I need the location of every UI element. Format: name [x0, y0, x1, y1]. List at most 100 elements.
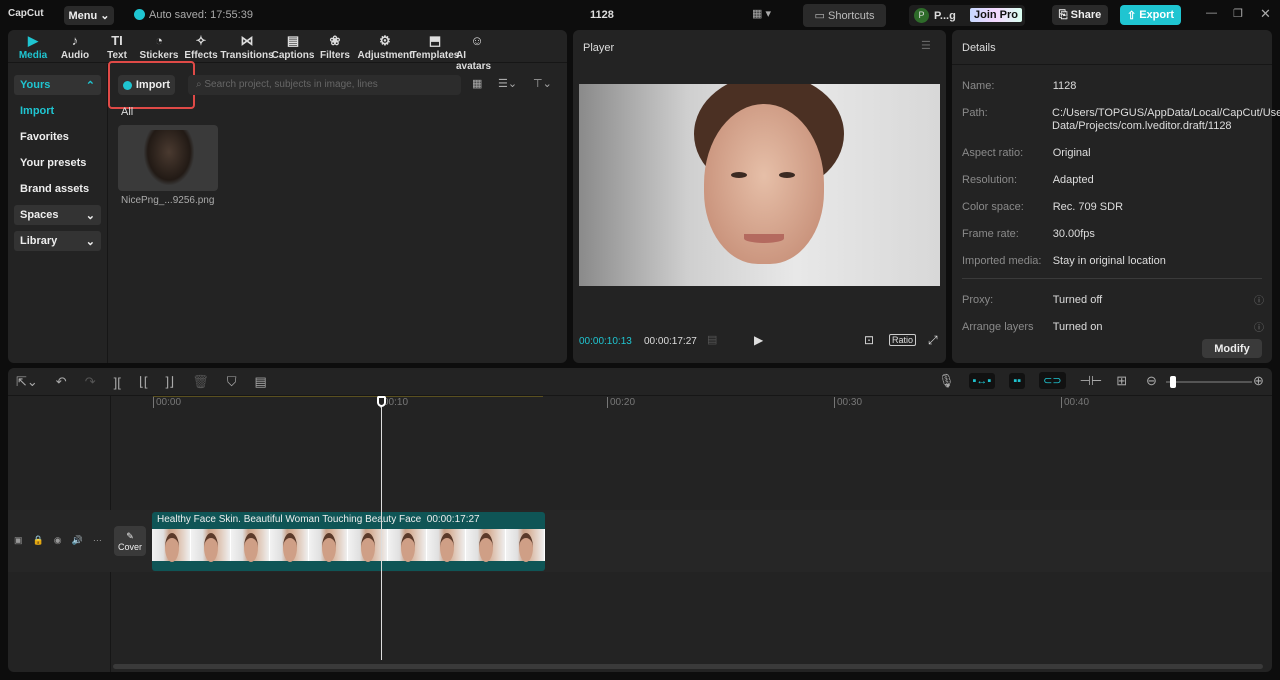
cover-button[interactable]: ✎ Cover [114, 526, 146, 556]
minimize-icon[interactable]: — [1206, 7, 1217, 19]
timeline-grid-icon[interactable]: ▤ [707, 333, 717, 346]
effects-icon: ✧ [195, 33, 207, 48]
ruler-tick: 00:20 [607, 397, 635, 408]
search-input[interactable]: ⌕ Search project, subjects in image, lin… [188, 75, 461, 95]
ruler-icon[interactable]: ⊞ [1116, 373, 1127, 389]
close-icon[interactable]: ✕ [1260, 6, 1271, 22]
fullscreen-crop-icon[interactable]: ⊡ [864, 333, 874, 347]
tab-label: Adjustment [357, 50, 413, 61]
caption-icon[interactable]: ▤ [255, 374, 267, 390]
tab-adjustment[interactable]: ⚙ Adjustment [356, 33, 414, 62]
audio-icon[interactable]: 🔊 [72, 535, 83, 546]
zoom-out-icon[interactable]: ⊖ [1146, 373, 1157, 389]
info-icon[interactable]: ⓘ [1254, 319, 1264, 334]
tab-text[interactable]: TI Text [96, 33, 138, 62]
sidebar-item-presets[interactable]: Your presets [14, 153, 101, 173]
info-icon[interactable]: ⓘ [1254, 292, 1264, 307]
preview-axis-icon[interactable]: ⊣⊢ [1080, 373, 1103, 389]
sidebar-item-favorites[interactable]: Favorites [14, 127, 101, 147]
details-panel: Details Name: 1128 Path: C:/Users/TOPGUS/Ap… [952, 30, 1280, 363]
lock-icon[interactable]: 🔒 [33, 535, 44, 546]
avatar: P [914, 8, 929, 23]
label: Spaces [20, 209, 59, 221]
tab-effects[interactable]: ✧ Effects [180, 33, 222, 62]
modify-button[interactable]: Modify [1202, 339, 1262, 358]
detail-key: Path: [962, 107, 988, 119]
filter-icon[interactable]: ⊤⌄ [533, 77, 552, 90]
sidebar-yours[interactable]: Yours ⌃ [14, 75, 101, 95]
timeline-right-tools: 🎙 ▪↔▪ ▪▪ ⊂⊃ ⊣⊢ ⊞ [938, 372, 1127, 389]
layout-icon[interactable]: ▦ ▾ [752, 7, 771, 20]
ai-avatars-icon: ☺ [470, 33, 484, 48]
text-icon: TI [111, 33, 123, 48]
label: Library [20, 235, 58, 247]
video-clip[interactable]: Healthy Face Skin. Beautiful Woman Touch… [152, 512, 545, 571]
player-menu-icon[interactable]: ☰ [921, 39, 931, 52]
select-tool-icon[interactable]: ⇱⌄ [16, 374, 38, 390]
tab-stickers[interactable]: ◔ Stickers [138, 33, 180, 62]
timeline-toolbar: ⇱⌄ ↶ ↷ ][ ⌊[ ]⌋ 🗑 ⛉ ▤ [16, 374, 267, 390]
microphone-icon[interactable]: 🎙 [938, 373, 955, 389]
menu-button[interactable]: Menu ⌄ [64, 6, 114, 25]
sort-icon[interactable]: ☰⌄ [498, 77, 517, 90]
import-button[interactable]: Import [118, 75, 175, 95]
beard-image [144, 130, 194, 185]
account-area[interactable]: P P...g Join Pro [909, 5, 1025, 26]
shortcuts-button[interactable]: ▭ Shortcuts [803, 4, 886, 27]
tab-transitions[interactable]: ⋈ Transitions [220, 33, 273, 62]
horizontal-scrollbar[interactable] [113, 664, 1263, 669]
tab-audio[interactable]: ♪ Audio [54, 33, 96, 62]
zoom-in-icon[interactable]: ⊕ [1253, 373, 1264, 389]
zoom-slider-handle[interactable] [1170, 376, 1177, 388]
join-pro-button[interactable]: Join Pro [970, 8, 1023, 22]
media-thumbnail[interactable] [118, 125, 218, 191]
sidebar-item-brand-assets[interactable]: Brand assets [14, 179, 101, 199]
tab-label: Filters [319, 50, 350, 61]
export-button[interactable]: ⇧ Export [1120, 5, 1181, 25]
auto-snap-icon[interactable]: ▪▪ [1009, 372, 1026, 389]
time-ruler[interactable]: 00:0000:1000:2000:3000:4000 [153, 396, 1272, 410]
share-label: Share [1070, 9, 1102, 21]
detail-value: Rec. 709 SDR [1052, 201, 1124, 213]
detail-key: Resolution: [962, 174, 1018, 186]
check-icon [134, 9, 145, 20]
play-icon[interactable]: ▶ [754, 333, 763, 347]
more-icon[interactable]: ⋯ [93, 535, 102, 546]
tab-media[interactable]: ▶ Media [12, 33, 54, 62]
main-track-magnet-icon[interactable]: ▪↔▪ [968, 372, 996, 389]
tab-captions[interactable]: ▤ Captions [272, 33, 315, 62]
split-right-icon[interactable]: ]⌋ [166, 374, 175, 390]
split-left-icon[interactable]: ⌊[ [139, 374, 148, 390]
eye-icon[interactable]: ◉ [54, 535, 62, 546]
detail-key: Arrange layers [962, 321, 1034, 333]
sidebar-spaces[interactable]: Spaces ⌄ [14, 205, 101, 225]
split-icon[interactable]: ][ [114, 375, 121, 390]
playhead[interactable] [377, 396, 386, 660]
marker-icon[interactable]: ⛉ [227, 374, 237, 390]
sidebar-item-import[interactable]: Import [14, 101, 101, 121]
undo-icon[interactable]: ↶ [56, 374, 67, 390]
tab-label: Audio [60, 50, 90, 61]
restore-icon[interactable]: ❐ [1233, 7, 1243, 20]
ratio-button[interactable]: Ratio [889, 334, 917, 346]
label: Import [20, 105, 55, 117]
delete-icon[interactable]: 🗑 [192, 374, 209, 390]
detail-key: Imported media: [962, 255, 1042, 267]
user-name: P...g [934, 10, 956, 22]
detail-value: 30.00fps [1052, 228, 1095, 240]
title-bar: CapCut Menu ⌄ Auto saved: 17:55:39 1128 … [0, 0, 1280, 30]
grid-view-icon[interactable]: ▦ [472, 77, 482, 90]
import-label: Import [135, 79, 171, 91]
zoom-slider[interactable] [1166, 376, 1252, 388]
tab-templates[interactable]: ⬒ Templates [411, 33, 460, 62]
share-button[interactable]: ⎘ Share [1052, 5, 1108, 25]
tab-ai-avatars[interactable]: ☺ AI avatars [456, 33, 498, 72]
fullscreen-icon[interactable]: ⤢ [928, 333, 938, 348]
yours-label: Yours [20, 79, 51, 91]
link-icon[interactable]: ⊂⊃ [1039, 372, 1066, 389]
tab-filters[interactable]: ❀ Filters [314, 33, 356, 62]
sidebar-library[interactable]: Library ⌄ [14, 231, 101, 251]
redo-icon[interactable]: ↷ [85, 374, 96, 390]
detail-row: Path: C:/Users/TOPGUS/AppData/Local/CapCu… [962, 107, 1280, 133]
track-toggle-icon[interactable]: ▣ [14, 535, 23, 546]
